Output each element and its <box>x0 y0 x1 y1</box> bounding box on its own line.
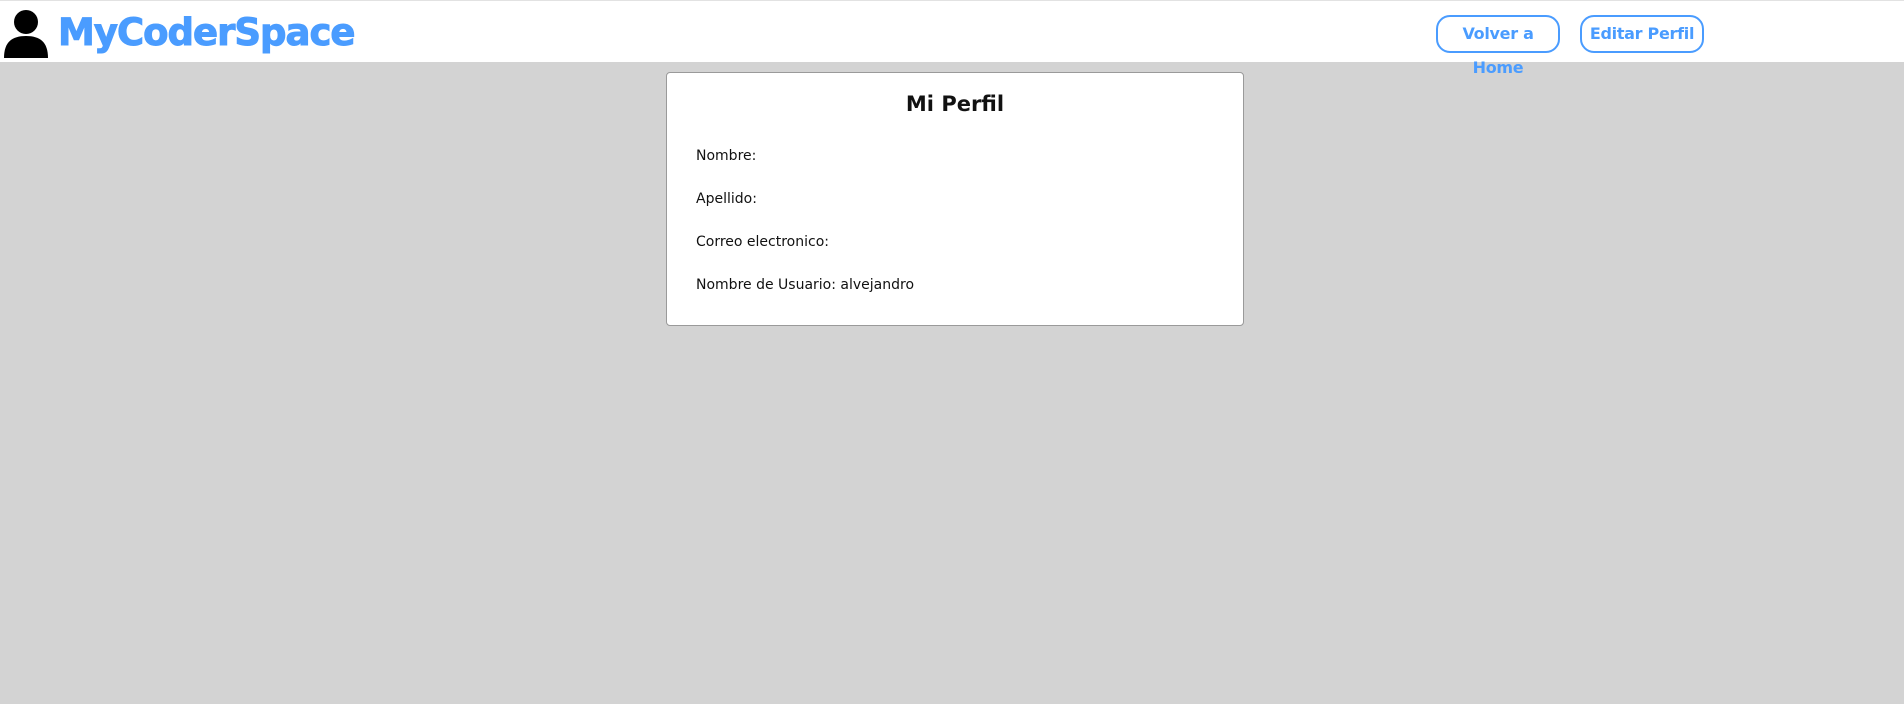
field-label: Correo electronico: <box>696 234 829 250</box>
profile-card: Mi Perfil Nombre: Apellido: Correo elect… <box>666 72 1244 326</box>
field-label: Nombre: <box>696 148 757 164</box>
profile-field-email: Correo electronico: <box>696 232 829 252</box>
user-silhouette-icon <box>4 10 48 58</box>
page-title: Mi Perfil <box>905 92 1005 116</box>
profile-field-nombre: Nombre: <box>696 146 756 166</box>
edit-profile-button[interactable]: Editar Perfil <box>1580 15 1704 53</box>
field-label: Nombre de Usuario: <box>696 277 836 293</box>
field-label: Apellido: <box>696 191 757 207</box>
field-value: alvejandro <box>840 277 915 293</box>
brand[interactable]: MyCoderSpace <box>2 8 356 58</box>
top-navbar: MyCoderSpace Volver a Home Editar Perfil <box>0 0 1904 77</box>
brand-name: MyCoderSpace <box>57 11 355 55</box>
profile-field-username: Nombre de Usuario: alvejandro <box>696 275 914 295</box>
back-to-home-button[interactable]: Volver a Home <box>1436 15 1560 77</box>
profile-field-apellido: Apellido: <box>696 189 757 209</box>
